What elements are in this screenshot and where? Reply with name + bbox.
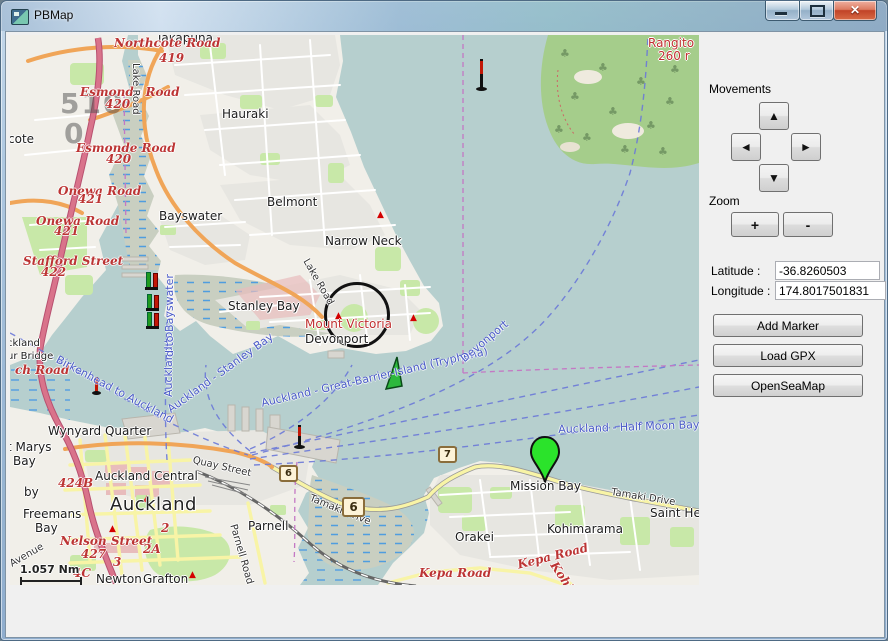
window-controls: ✕ bbox=[766, 1, 877, 21]
maximize-icon bbox=[810, 5, 825, 17]
scale-bar bbox=[20, 580, 82, 582]
move-left-button[interactable]: ◄ bbox=[731, 133, 761, 161]
move-right-button[interactable]: ► bbox=[791, 133, 821, 161]
client-area: ▲ ▲ ▲ ▲ ▲ ▲ ♣ ♣ ♣ ♣ ♣ ♣ ♣ ♣ ♣ ♣ ♣ ♣ 510 … bbox=[5, 31, 885, 638]
left-arrow-icon: ◄ bbox=[740, 140, 752, 154]
zoom-out-button[interactable]: - bbox=[783, 212, 833, 237]
longitude-label: Longitude : bbox=[711, 284, 770, 298]
map-canvas[interactable]: ▲ ▲ ▲ ▲ ▲ ▲ ♣ ♣ ♣ ♣ ♣ ♣ ♣ ♣ ♣ ♣ ♣ ♣ 510 … bbox=[10, 35, 699, 585]
up-arrow-icon: ▲ bbox=[768, 109, 780, 123]
maximize-button[interactable] bbox=[799, 1, 834, 21]
green-pin-marker[interactable] bbox=[529, 435, 561, 485]
zoom-in-button[interactable]: + bbox=[731, 212, 779, 237]
longitude-input[interactable] bbox=[775, 281, 886, 300]
move-up-button[interactable]: ▲ bbox=[759, 102, 789, 130]
right-arrow-icon: ► bbox=[800, 140, 812, 154]
pbmap-window: PBMap ✕ bbox=[0, 0, 888, 641]
scale-label: 1.057 Nm bbox=[20, 563, 79, 576]
latitude-label: Latitude : bbox=[711, 264, 760, 278]
move-down-button[interactable]: ▼ bbox=[759, 164, 789, 192]
add-marker-button[interactable]: Add Marker bbox=[713, 314, 863, 337]
latitude-input[interactable] bbox=[775, 261, 880, 280]
minimize-button[interactable] bbox=[765, 1, 800, 21]
close-button[interactable]: ✕ bbox=[833, 1, 877, 21]
circle-annotation bbox=[324, 282, 390, 348]
app-icon bbox=[11, 9, 29, 25]
yacht-seamark-icon bbox=[384, 355, 406, 391]
titlebar[interactable]: PBMap bbox=[1, 1, 887, 31]
close-icon: ✕ bbox=[834, 3, 876, 17]
load-gpx-button[interactable]: Load GPX bbox=[713, 344, 863, 367]
window-title: PBMap bbox=[34, 8, 73, 22]
zoom-label: Zoom bbox=[709, 194, 740, 208]
screen: PBMap ✕ bbox=[0, 0, 888, 641]
down-arrow-icon: ▼ bbox=[768, 171, 780, 185]
minimize-icon bbox=[775, 12, 787, 15]
openseamap-button[interactable]: OpenSeaMap bbox=[713, 374, 863, 397]
movements-label: Movements bbox=[709, 82, 771, 96]
